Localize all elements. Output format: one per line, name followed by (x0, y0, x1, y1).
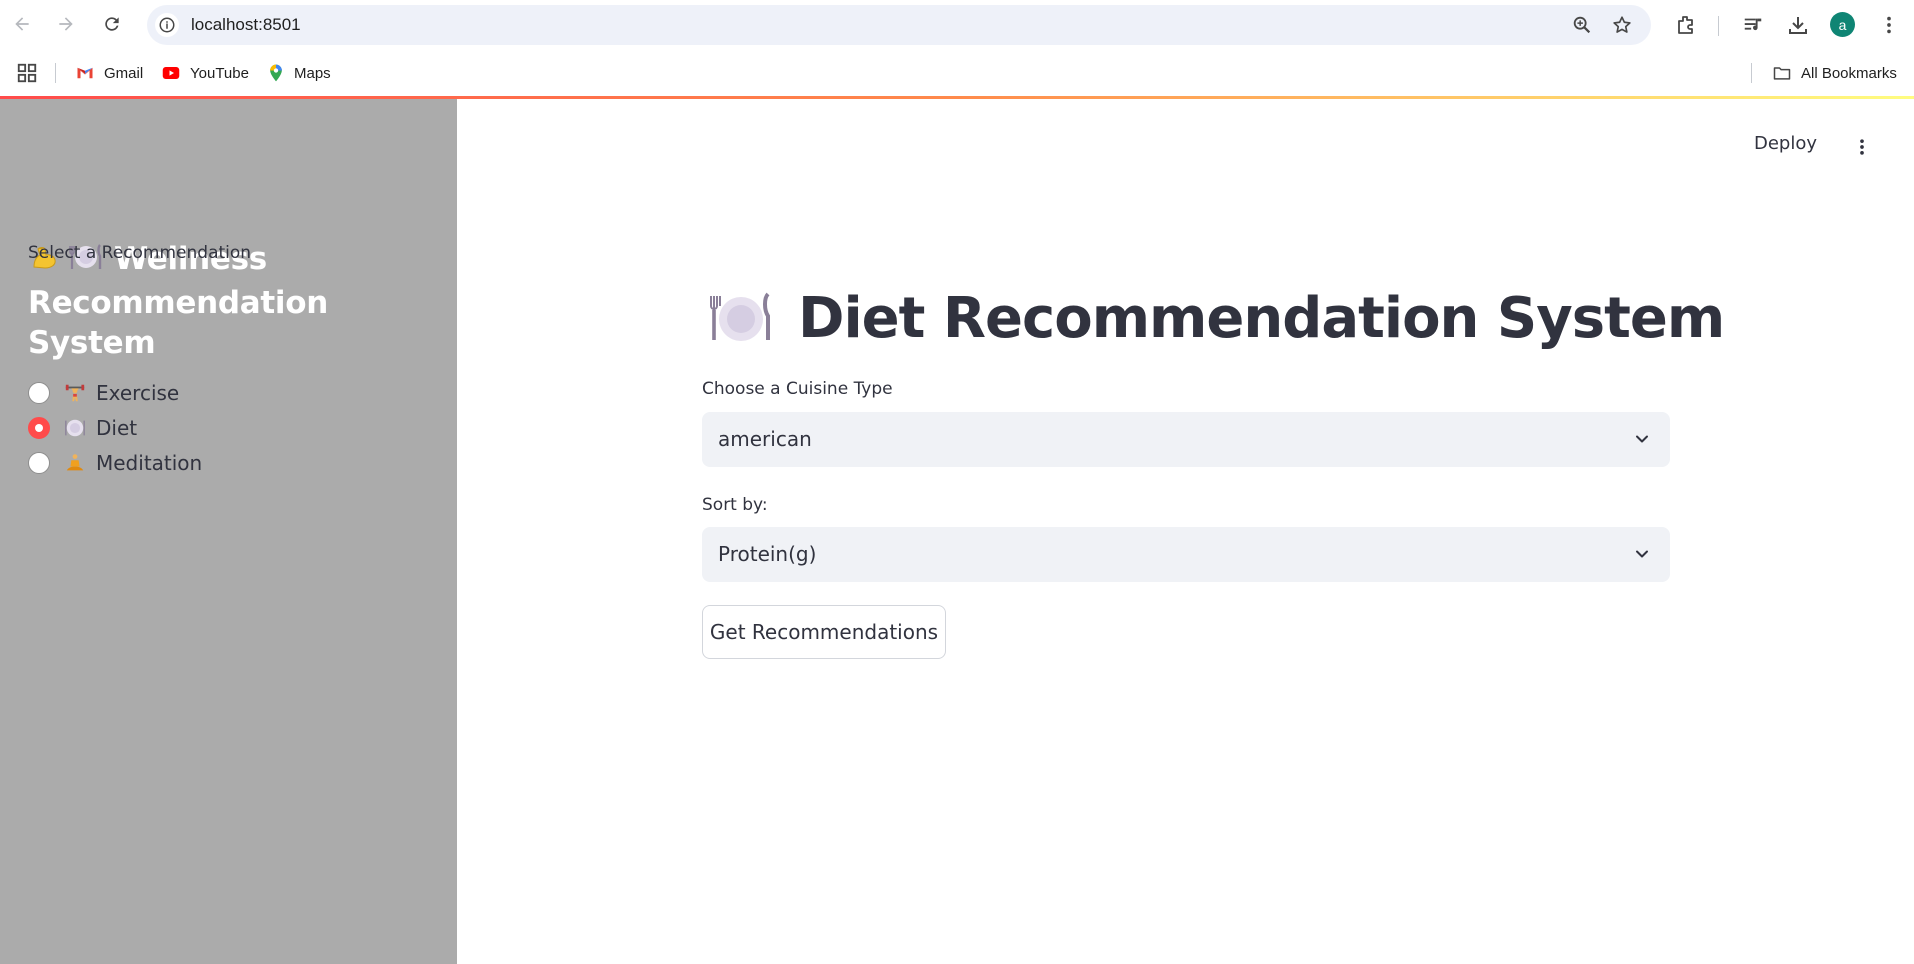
youtube-icon (162, 67, 180, 79)
browser-toolbar: localhost:8501 a (0, 0, 1914, 50)
browser-menu-icon[interactable] (1876, 12, 1902, 38)
cuisine-select-value: american (718, 427, 812, 451)
all-bookmarks-label: All Bookmarks (1801, 64, 1897, 82)
sidebar: Wellness Recommendation System (0, 99, 457, 964)
plate-icon (64, 417, 86, 439)
radio-button[interactable] (28, 452, 50, 474)
page-title-text: Diet Recommendation System (798, 285, 1725, 351)
arrow-right-icon (59, 17, 73, 31)
reload-icon (105, 17, 119, 31)
all-bookmarks[interactable]: All Bookmarks (1771, 62, 1897, 84)
sort-select-value: Protein(g) (718, 542, 817, 566)
radio-label-meditation: Meditation (96, 451, 203, 475)
radio-option-meditation[interactable]: Meditation (28, 449, 202, 477)
page-title: Diet Recommendation System (708, 282, 1725, 354)
extensions-icon[interactable] (1673, 12, 1699, 38)
maps-icon (270, 64, 282, 82)
toolbar-divider (1718, 16, 1719, 36)
chevron-down-icon (1636, 435, 1648, 443)
site-info-icon[interactable] (155, 13, 179, 37)
bookmarks-divider (1751, 63, 1752, 83)
chevron-down-icon (1636, 550, 1648, 558)
bookmarks-bar: Gmail YouTube Maps All Bookmarks (0, 50, 1914, 96)
arrow-left-icon (15, 17, 29, 31)
folder-icon (1773, 67, 1791, 80)
bookmark-label: Gmail (104, 64, 144, 82)
address-bar[interactable]: localhost:8501 (147, 5, 1651, 45)
download-icon[interactable] (1785, 12, 1811, 38)
bookmark-star-icon[interactable] (1611, 14, 1633, 41)
url-text[interactable]: localhost:8501 (191, 15, 301, 35)
cuisine-label: Choose a Cuisine Type (702, 379, 893, 399)
weightlifter-icon (64, 382, 86, 404)
cuisine-select[interactable]: american (702, 412, 1670, 467)
radio-button[interactable] (28, 382, 50, 404)
deploy-button[interactable]: Deploy (1754, 133, 1817, 154)
radio-label-exercise: Exercise (96, 381, 180, 405)
media-controls-icon[interactable] (1740, 12, 1766, 38)
radio-option-exercise[interactable]: Exercise (28, 379, 179, 407)
reload-button[interactable] (100, 12, 124, 36)
radio-button-selected[interactable] (28, 417, 50, 439)
bookmark-youtube[interactable]: YouTube (160, 62, 249, 84)
back-button[interactable] (10, 12, 34, 36)
bookmark-label: YouTube (190, 64, 249, 82)
plate-icon (708, 288, 774, 348)
radio-option-diet[interactable]: Diet (28, 414, 137, 442)
radio-label-diet: Diet (96, 416, 138, 440)
sort-select[interactable]: Protein(g) (702, 527, 1670, 582)
sort-label: Sort by: (702, 495, 768, 515)
radio-group-label: Select a Recommendation (28, 243, 252, 263)
bookmark-gmail[interactable]: Gmail (74, 62, 143, 84)
get-recommendations-button[interactable]: Get Recommendations (702, 605, 946, 659)
avatar-letter: a (1838, 16, 1847, 33)
meditation-icon (64, 452, 86, 474)
bookmark-maps[interactable]: Maps (266, 62, 331, 84)
apps-grid-icon[interactable] (16, 62, 38, 84)
zoom-icon[interactable] (1571, 14, 1593, 41)
bookmark-label: Maps (294, 64, 331, 82)
bookmarks-divider (55, 63, 56, 83)
profile-avatar[interactable]: a (1830, 12, 1855, 37)
app-menu-icon[interactable] (1852, 134, 1872, 160)
forward-button[interactable] (54, 12, 78, 36)
gmail-icon (77, 67, 93, 79)
